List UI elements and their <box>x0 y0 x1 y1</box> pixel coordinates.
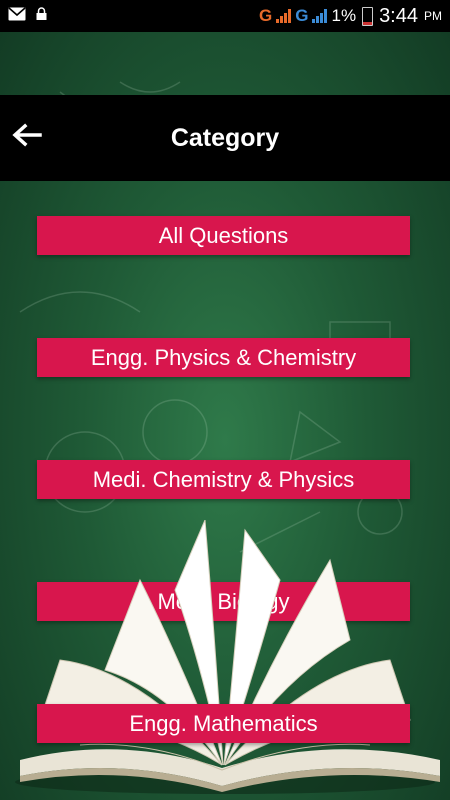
category-button-engg-mathematics[interactable]: Engg. Mathematics <box>37 704 410 743</box>
open-book-illustration <box>15 520 440 794</box>
arrow-back-icon <box>12 123 42 152</box>
network-type-2: G <box>295 6 309 25</box>
signal-strength-icon-2 <box>312 9 328 23</box>
page-title: Category <box>170 123 280 152</box>
back-button[interactable] <box>10 120 44 154</box>
lock-icon <box>36 7 47 25</box>
app-bar: Category <box>0 95 450 181</box>
category-button-all-questions[interactable]: All Questions <box>37 216 410 255</box>
battery-icon <box>362 6 374 26</box>
network-type-1: G <box>259 6 273 25</box>
clock-ampm: PM <box>424 9 442 23</box>
gmail-icon <box>8 6 26 26</box>
category-button-engg-physics-chemistry[interactable]: Engg. Physics & Chemistry <box>37 338 410 377</box>
battery-percent: 1% <box>331 6 357 25</box>
signal-strength-icon-1 <box>276 9 292 23</box>
clock-time: 3:44 <box>379 4 418 27</box>
category-button-medi-chemistry-physics[interactable]: Medi. Chemistry & Physics <box>37 460 410 499</box>
status-bar: G G 1% 3:44 PM <box>0 0 450 32</box>
